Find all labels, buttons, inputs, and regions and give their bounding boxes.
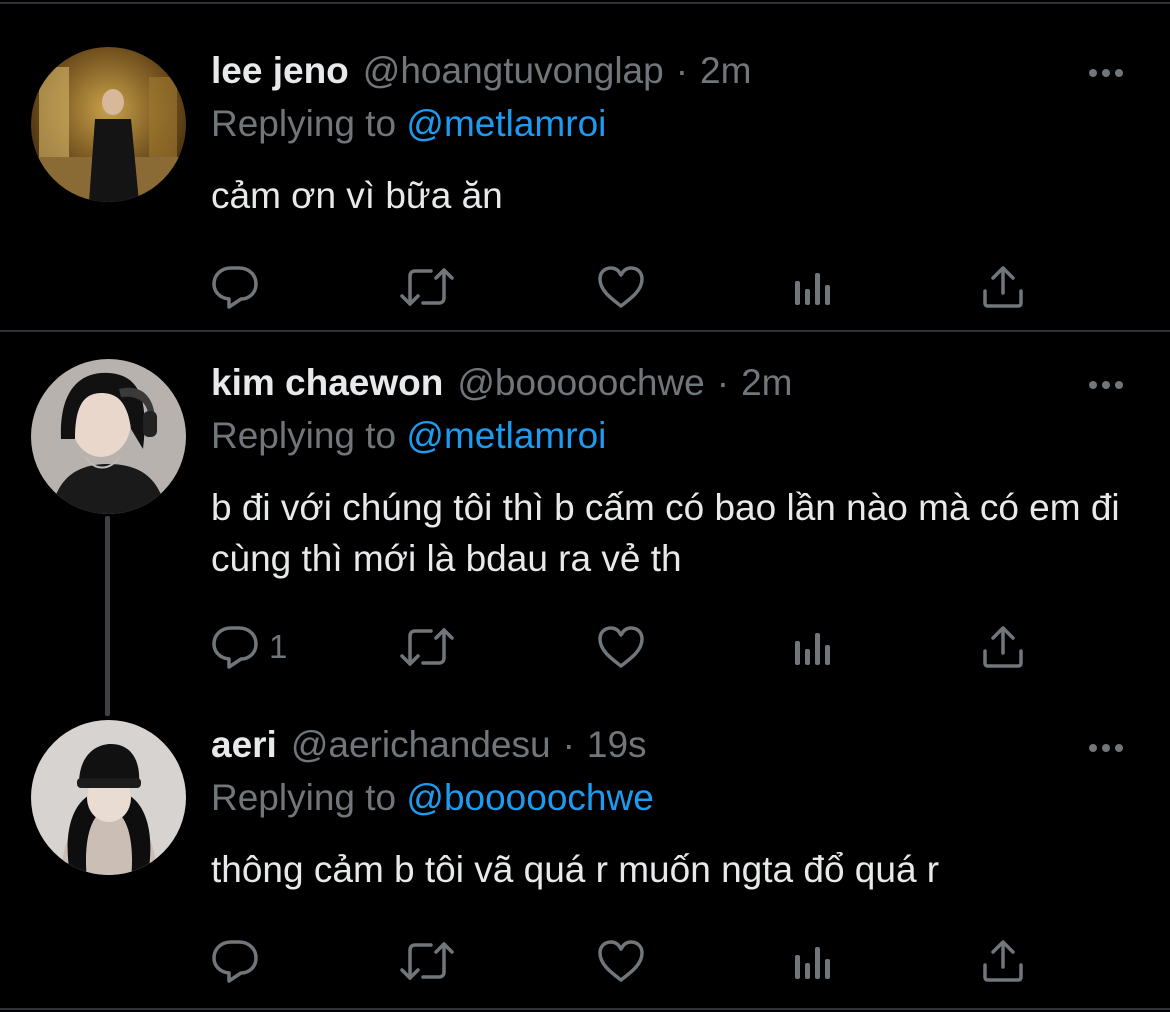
user-handle[interactable]: @hoangtuvonglap (363, 50, 664, 92)
replying-to: Replying to @booooochwe (211, 777, 654, 819)
analytics-button[interactable] (793, 622, 833, 672)
tweet-header: lee jeno @hoangtuvonglap · 2m (211, 50, 751, 98)
like-button[interactable] (597, 622, 645, 672)
share-button[interactable] (981, 622, 1025, 672)
like-button[interactable] (597, 936, 645, 986)
retweet-icon (400, 942, 454, 980)
share-button[interactable] (981, 936, 1025, 986)
tweet-text: thông cảm b tôi vã quá r muốn ngta đổ qu… (211, 849, 940, 890)
analytics-button[interactable] (793, 262, 833, 312)
tweet-header: aeri @aerichandesu · 19s (211, 724, 647, 772)
like-icon (598, 940, 644, 982)
analytics-icon (795, 273, 830, 305)
retweet-button[interactable] (399, 262, 455, 312)
timestamp[interactable]: 2m (700, 50, 751, 92)
thread-line (105, 516, 110, 716)
more-icon[interactable] (1086, 738, 1126, 758)
timeline: lee jeno @hoangtuvonglap · 2m Replying t… (0, 0, 1170, 1012)
action-bar (211, 936, 1041, 986)
tweet-kim-chaewon[interactable]: kim chaewon @booooochwe · 2m Replying to… (0, 332, 1170, 716)
action-bar (211, 262, 1041, 312)
replying-prefix: Replying to (211, 415, 397, 456)
replying-to-link[interactable]: @metlamroi (406, 415, 606, 456)
replying-to-link[interactable]: @metlamroi (406, 103, 606, 144)
retweet-icon (400, 268, 454, 306)
tweet-header: kim chaewon @booooochwe · 2m (211, 362, 793, 410)
replying-to: Replying to @metlamroi (211, 415, 606, 457)
timestamp[interactable]: 2m (741, 362, 792, 404)
reply-icon (212, 626, 258, 669)
reply-icon (212, 940, 258, 983)
avatar[interactable] (31, 47, 186, 202)
analytics-icon (795, 947, 830, 979)
avatar[interactable] (31, 720, 186, 875)
display-name[interactable]: aeri (211, 724, 277, 766)
share-icon (983, 940, 1023, 982)
tweet-text: b đi với chúng tôi thì b cấm có bao lần … (211, 487, 1120, 579)
share-icon (983, 626, 1023, 668)
separator: · (675, 50, 689, 91)
reply-button[interactable]: 1 (211, 622, 287, 672)
retweet-icon (400, 628, 454, 666)
replying-to: Replying to @metlamroi (211, 103, 606, 145)
display-name[interactable]: lee jeno (211, 50, 349, 92)
user-handle[interactable]: @aerichandesu (291, 724, 551, 766)
reply-button[interactable] (211, 262, 269, 312)
tweet-lee-jeno[interactable]: lee jeno @hoangtuvonglap · 2m Replying t… (0, 0, 1170, 332)
replying-to-link[interactable]: @booooochwe (406, 777, 653, 818)
timestamp[interactable]: 19s (587, 724, 647, 766)
reply-button[interactable] (211, 936, 269, 986)
display-name[interactable]: kim chaewon (211, 362, 443, 404)
separator: · (562, 724, 575, 765)
replying-prefix: Replying to (211, 777, 397, 818)
replying-prefix: Replying to (211, 103, 397, 144)
tweet-text: cảm ơn vì bữa ăn (211, 175, 503, 216)
reply-count: 1 (269, 628, 288, 665)
share-icon (983, 266, 1023, 308)
retweet-button[interactable] (399, 622, 455, 672)
more-icon[interactable] (1086, 63, 1126, 83)
avatar[interactable] (31, 359, 186, 514)
like-icon (598, 626, 644, 668)
analytics-icon (795, 633, 830, 665)
retweet-button[interactable] (399, 936, 455, 986)
action-bar: 1 (211, 622, 1041, 672)
reply-icon (212, 266, 258, 309)
divider (0, 1008, 1170, 1010)
analytics-button[interactable] (793, 936, 833, 986)
tweet-aeri[interactable]: aeri @aerichandesu · 19s Replying to @bo… (0, 714, 1170, 1010)
like-button[interactable] (597, 262, 645, 312)
share-button[interactable] (981, 262, 1025, 312)
like-icon (598, 266, 644, 308)
more-icon[interactable] (1086, 375, 1126, 395)
user-handle[interactable]: @booooochwe (457, 362, 704, 404)
separator: · (716, 362, 730, 403)
